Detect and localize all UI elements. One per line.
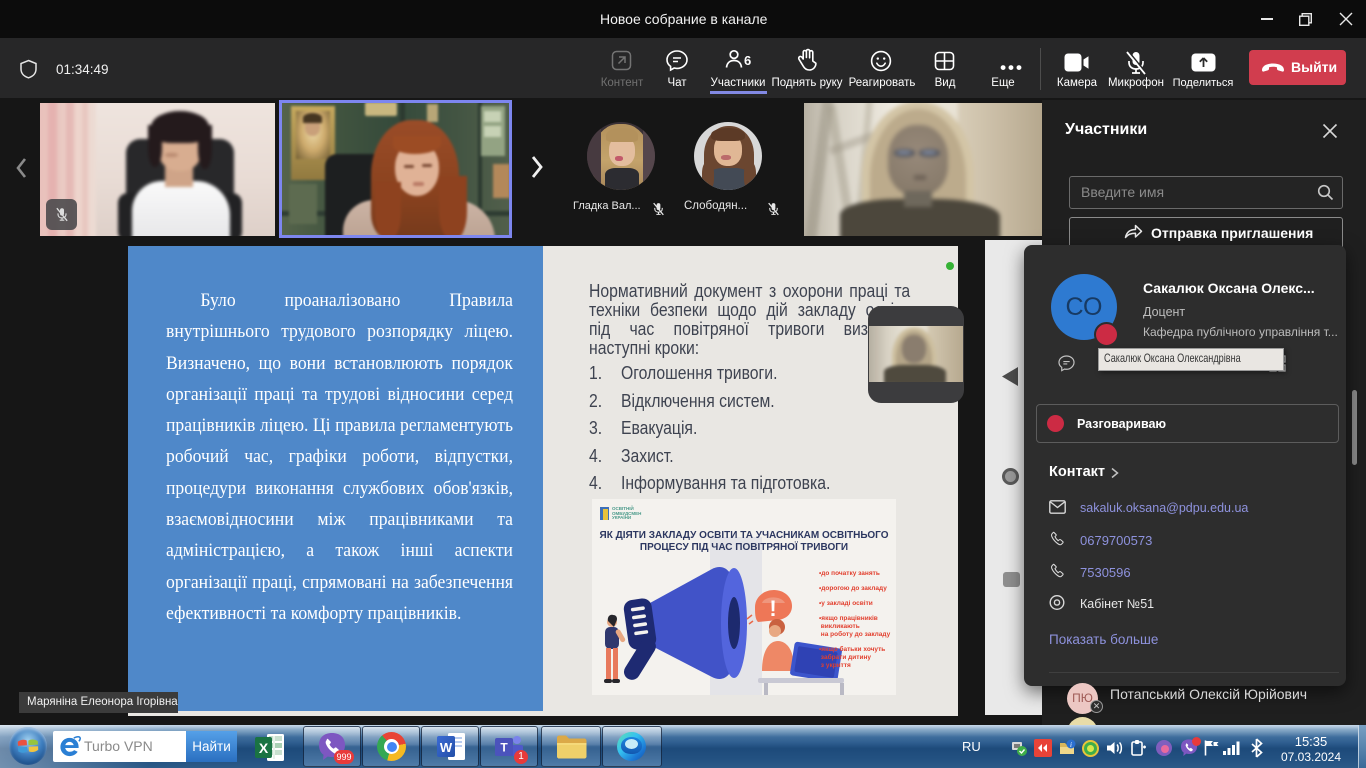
svg-text:W: W	[440, 740, 453, 755]
svg-text:X: X	[259, 740, 269, 756]
svg-text:T: T	[500, 741, 508, 755]
svg-text:!: !	[769, 596, 776, 621]
svg-text:i: i	[1070, 741, 1072, 749]
